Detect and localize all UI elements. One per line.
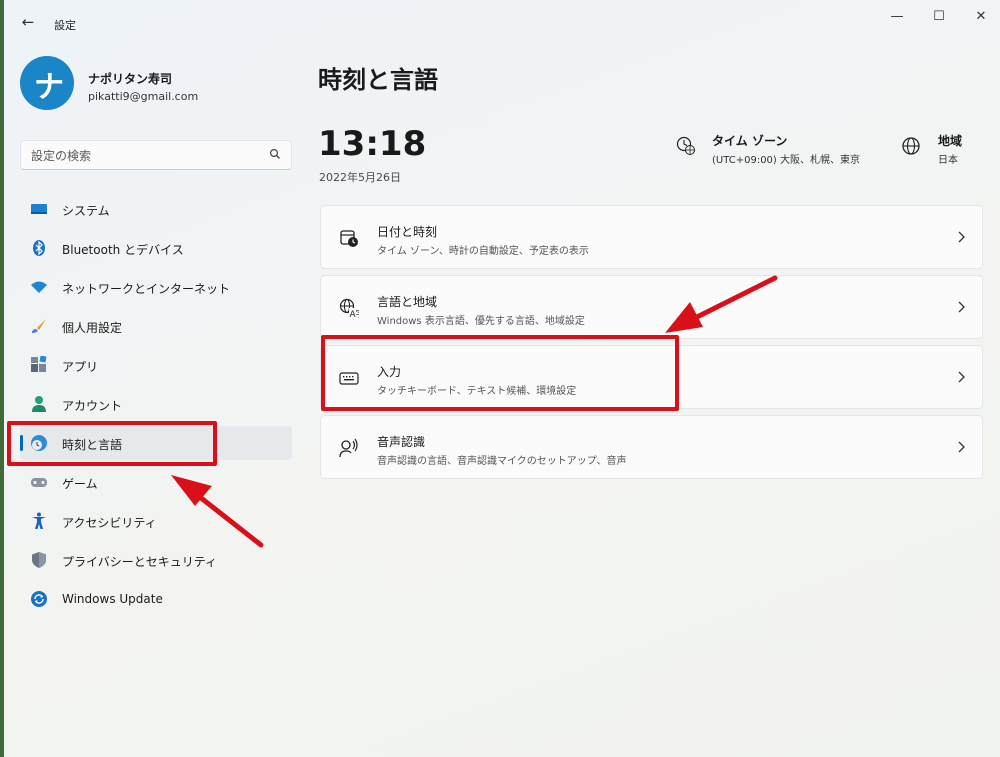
arrow-to-typing <box>665 275 778 333</box>
arrow-to-sidebar <box>171 475 264 548</box>
annotation-arrows <box>171 275 778 548</box>
